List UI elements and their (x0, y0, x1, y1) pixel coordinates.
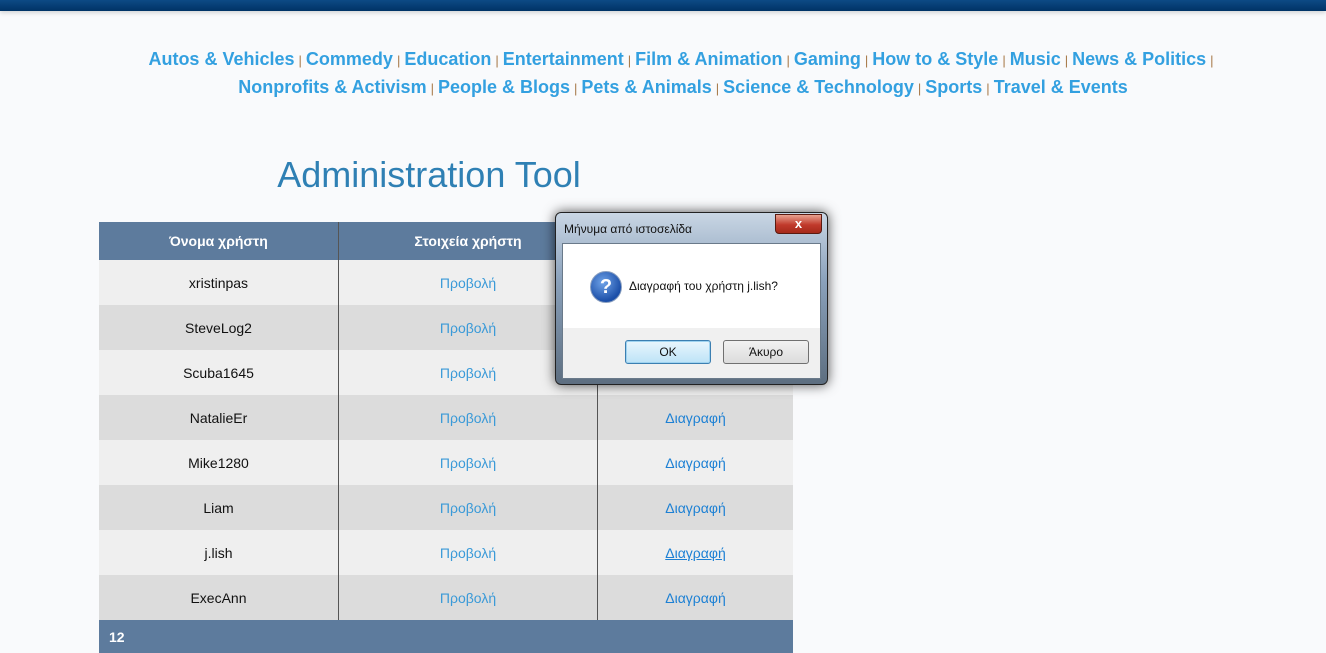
table-row: Mike1280 Προβολή Διαγραφή (99, 440, 793, 485)
nav-link-science-technology[interactable]: Science & Technology (723, 77, 914, 97)
username-cell: NatalieEr (99, 395, 339, 440)
top-bar (0, 0, 1326, 11)
nav-link-education[interactable]: Education (404, 49, 491, 69)
details-cell: Προβολή (338, 395, 598, 440)
nav-link-how-to-style[interactable]: How to & Style (872, 49, 998, 69)
question-icon: ? (590, 271, 622, 303)
table-row: ExecAnn Προβολή Διαγραφή (99, 575, 793, 620)
table-row: Liam Προβολή Διαγραφή (99, 485, 793, 530)
category-nav: Autos & Vehicles | Commedy | Education | Enter… (120, 46, 1246, 102)
dialog-message: Διαγραφή του χρήστη j.lish? (629, 279, 778, 293)
nav-separator: | (986, 81, 990, 96)
view-link[interactable]: Προβολή (440, 275, 496, 291)
nav-separator: | (1210, 53, 1214, 68)
view-link[interactable]: Προβολή (440, 365, 496, 381)
nav-separator: | (864, 53, 869, 68)
pager[interactable]: 12 (99, 620, 793, 653)
delete-cell: Διαγραφή (597, 395, 793, 440)
delete-link[interactable]: Διαγραφή (665, 545, 725, 561)
username-cell: ExecAnn (99, 575, 339, 620)
delete-cell: Διαγραφή (597, 485, 793, 530)
nav-link-news-politics[interactable]: News & Politics (1072, 49, 1206, 69)
nav-separator: | (715, 81, 720, 96)
nav-link-entertainment[interactable]: Entertainment (503, 49, 624, 69)
delete-cell: Διαγραφή (597, 575, 793, 620)
cancel-button[interactable]: Άκυρο (723, 340, 809, 364)
username-cell: SteveLog2 (99, 305, 339, 350)
view-link[interactable]: Προβολή (440, 545, 496, 561)
view-link[interactable]: Προβολή (440, 500, 496, 516)
nav-link-gaming[interactable]: Gaming (794, 49, 861, 69)
nav-link-autos-vehicles[interactable]: Autos & Vehicles (148, 49, 294, 69)
nav-separator: | (396, 53, 401, 68)
nav-link-nonprofits-activism[interactable]: Nonprofits & Activism (238, 77, 426, 97)
nav-separator: | (1064, 53, 1069, 68)
details-cell: Προβολή (338, 530, 598, 575)
view-link[interactable]: Προβολή (440, 455, 496, 471)
details-cell: Προβολή (338, 485, 598, 530)
ok-button[interactable]: OK (625, 340, 711, 364)
close-button[interactable]: x (775, 214, 822, 234)
table-row: NatalieEr Προβολή Διαγραφή (99, 395, 793, 440)
view-link[interactable]: Προβολή (440, 590, 496, 606)
nav-separator: | (786, 53, 790, 68)
delete-link[interactable]: Διαγραφή (665, 590, 725, 606)
header-username: Όνομα χρήστη (99, 222, 339, 260)
details-cell: Προβολή (338, 575, 598, 620)
delete-link[interactable]: Διαγραφή (665, 410, 725, 426)
delete-cell: Διαγραφή (597, 440, 793, 485)
delete-cell: Διαγραφή (597, 530, 793, 575)
username-cell: j.lish (99, 530, 339, 575)
nav-link-music[interactable]: Music (1010, 49, 1061, 69)
nav-link-film-animation[interactable]: Film & Animation (635, 49, 782, 69)
page-title: Administration Tool (277, 154, 581, 195)
username-cell: Mike1280 (99, 440, 339, 485)
dialog-title: Μήνυμα από ιστοσελίδα (564, 222, 692, 236)
confirm-dialog: Μήνυμα από ιστοσελίδα x ? Διαγραφή του χ… (555, 212, 828, 385)
nav-separator: | (1002, 53, 1006, 68)
username-cell: Liam (99, 485, 339, 530)
username-cell: xristinpas (99, 260, 339, 305)
nav-link-pets-animals[interactable]: Pets & Animals (581, 77, 711, 97)
nav-separator: | (298, 53, 302, 68)
view-link[interactable]: Προβολή (440, 320, 496, 336)
view-link[interactable]: Προβολή (440, 410, 496, 426)
nav-separator: | (917, 81, 922, 96)
details-cell: Προβολή (338, 440, 598, 485)
delete-link[interactable]: Διαγραφή (665, 455, 725, 471)
nav-link-travel-events[interactable]: Travel & Events (994, 77, 1128, 97)
nav-separator: | (430, 81, 434, 96)
nav-link-people-blogs[interactable]: People & Blogs (438, 77, 570, 97)
delete-link[interactable]: Διαγραφή (665, 500, 725, 516)
nav-separator: | (627, 53, 632, 68)
username-cell: Scuba1645 (99, 350, 339, 395)
table-row: j.lish Προβολή Διαγραφή (99, 530, 793, 575)
nav-separator: | (574, 81, 578, 96)
nav-link-sports[interactable]: Sports (925, 77, 982, 97)
nav-link-commedy[interactable]: Commedy (306, 49, 393, 69)
nav-separator: | (495, 53, 499, 68)
